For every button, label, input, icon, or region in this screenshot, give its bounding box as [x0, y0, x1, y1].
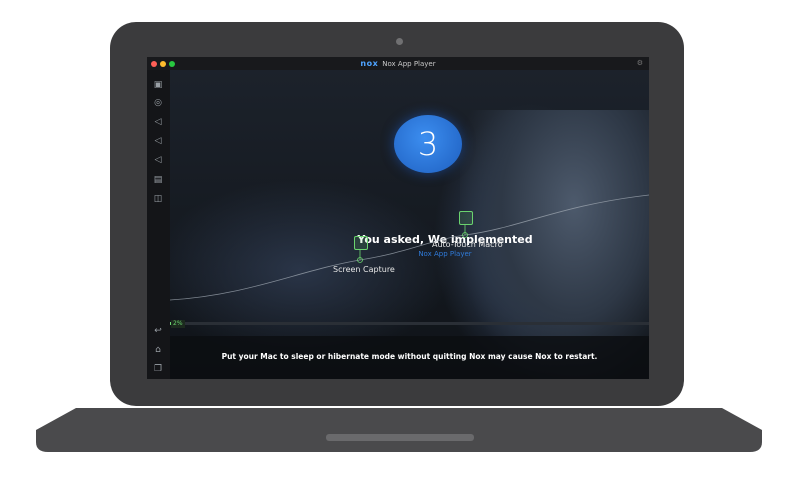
- webcam: [396, 38, 403, 45]
- screen-capture-icon: [354, 236, 368, 250]
- nox-logo: nox: [360, 59, 379, 68]
- location-icon[interactable]: ◎: [152, 97, 164, 109]
- loading-percent: 2%: [171, 320, 185, 328]
- auto-touch-macro-label: Auto-Touch Macro: [432, 240, 503, 249]
- recent-apps-icon[interactable]: ❐: [152, 363, 164, 375]
- settings-icon[interactable]: ⚙: [637, 58, 643, 69]
- volume-down-icon[interactable]: ◁: [152, 135, 164, 147]
- screenshot-icon[interactable]: ▣: [152, 79, 164, 91]
- splash-screen: 3 You asked, We implemented Nox App Play…: [170, 70, 649, 379]
- apk-install-icon[interactable]: ▤: [152, 174, 164, 186]
- screen-capture-label: Screen Capture: [333, 265, 395, 274]
- loading-progress-bar: [170, 322, 649, 325]
- window-title-text: Nox App Player: [382, 60, 436, 68]
- title-bar: nox Nox App Player ⚙: [147, 57, 649, 70]
- feature-timeline-curve: [170, 194, 649, 301]
- multi-window-icon[interactable]: ◫: [152, 193, 164, 205]
- sidebar-toolbar: ▣ ◎ ◁ ◁ ◁ ▤ ◫ ↩ ⌂ ❐: [147, 70, 170, 379]
- app-window: nox Nox App Player ⚙ ▣ ◎ ◁ ◁ ◁ ▤ ◫ ↩ ⌂ ❐ …: [147, 57, 649, 379]
- sleep-warning-notice: Put your Mac to sleep or hibernate mode …: [221, 352, 598, 361]
- window-title: nox Nox App Player: [147, 58, 649, 70]
- laptop-base: [36, 408, 762, 452]
- volume-mute-icon[interactable]: ◁: [152, 154, 164, 166]
- volume-up-icon[interactable]: ◁: [152, 116, 164, 128]
- home-icon[interactable]: ⌂: [152, 344, 164, 356]
- notice-bar: Put your Mac to sleep or hibernate mode …: [170, 336, 649, 379]
- macro-icon: [459, 211, 473, 225]
- back-icon[interactable]: ↩: [152, 325, 164, 337]
